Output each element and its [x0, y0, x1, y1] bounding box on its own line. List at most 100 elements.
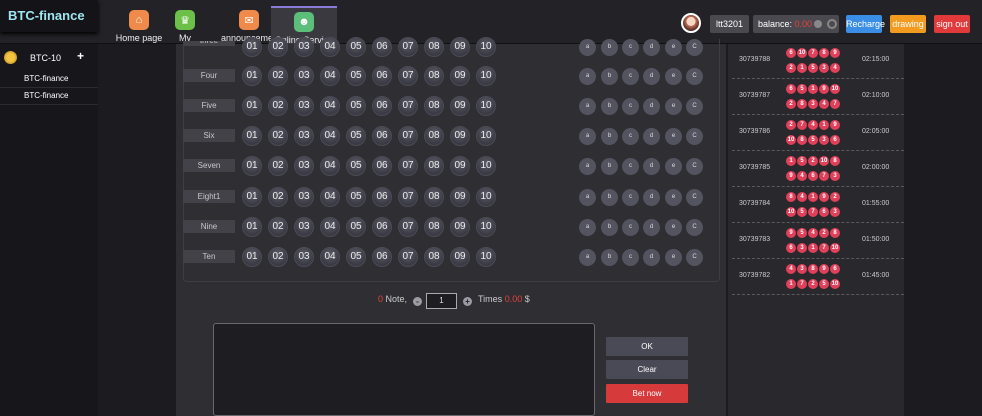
number-ball[interactable]: 09	[450, 66, 470, 86]
plus-icon[interactable]: +	[77, 49, 84, 63]
quick-select-button[interactable]: C	[686, 68, 703, 85]
number-ball[interactable]: 10	[476, 187, 496, 207]
number-ball[interactable]: 05	[346, 217, 366, 237]
number-ball[interactable]: 03	[294, 66, 314, 86]
number-ball[interactable]: 08	[424, 156, 444, 176]
quick-select-button[interactable]: d	[643, 128, 660, 145]
quick-select-button[interactable]: e	[665, 189, 682, 206]
number-ball[interactable]: 09	[450, 96, 470, 116]
quick-select-button[interactable]: d	[643, 98, 660, 115]
multiplier-input[interactable]: 1	[426, 293, 457, 309]
quick-select-button[interactable]: e	[665, 158, 682, 175]
quick-select-button[interactable]: b	[601, 128, 618, 145]
quick-select-button[interactable]: b	[601, 158, 618, 175]
number-ball[interactable]: 03	[294, 126, 314, 146]
number-ball[interactable]: 06	[372, 66, 392, 86]
number-ball[interactable]: 06	[372, 187, 392, 207]
bet-content-textarea[interactable]	[213, 323, 595, 416]
number-ball[interactable]: 10	[476, 126, 496, 146]
quick-select-button[interactable]: e	[665, 98, 682, 115]
number-ball[interactable]: 02	[268, 187, 288, 207]
quick-select-button[interactable]: d	[643, 219, 660, 236]
eye-icon[interactable]	[814, 20, 822, 28]
quick-select-button[interactable]: a	[579, 219, 596, 236]
quick-select-button[interactable]: a	[579, 128, 596, 145]
quick-select-button[interactable]: d	[643, 189, 660, 206]
refresh-icon[interactable]	[827, 19, 837, 29]
number-ball[interactable]: 04	[320, 126, 340, 146]
number-ball[interactable]: 09	[450, 247, 470, 267]
number-ball[interactable]: 10	[476, 247, 496, 267]
number-ball[interactable]: 01	[242, 187, 262, 207]
number-ball[interactable]: 09	[450, 187, 470, 207]
number-ball[interactable]: 07	[398, 156, 418, 176]
quick-select-button[interactable]: C	[686, 189, 703, 206]
quick-select-button[interactable]: e	[665, 128, 682, 145]
number-ball[interactable]: 08	[424, 126, 444, 146]
quick-select-button[interactable]: c	[622, 158, 639, 175]
number-ball[interactable]: 10	[476, 156, 496, 176]
quick-select-button[interactable]: d	[643, 249, 660, 266]
number-ball[interactable]: 06	[372, 247, 392, 267]
number-ball[interactable]: 02	[268, 96, 288, 116]
quick-select-button[interactable]: a	[579, 249, 596, 266]
quick-select-button[interactable]: b	[601, 189, 618, 206]
number-ball[interactable]: 01	[242, 96, 262, 116]
number-ball[interactable]: 02	[268, 247, 288, 267]
number-ball[interactable]: 07	[398, 96, 418, 116]
number-ball[interactable]: 07	[398, 247, 418, 267]
number-ball[interactable]: 03	[294, 247, 314, 267]
quick-select-button[interactable]: d	[643, 68, 660, 85]
number-ball[interactable]: 06	[372, 217, 392, 237]
quick-select-button[interactable]: c	[622, 68, 639, 85]
number-ball[interactable]: 01	[242, 247, 262, 267]
sidebar-item[interactable]: BTC-finance	[0, 88, 98, 105]
number-ball[interactable]: 01	[242, 217, 262, 237]
number-ball[interactable]: 03	[294, 156, 314, 176]
recharge-button[interactable]: Recharge	[846, 15, 885, 33]
number-ball[interactable]: 03	[294, 96, 314, 116]
quick-select-button[interactable]: a	[579, 189, 596, 206]
number-ball[interactable]: 07	[398, 187, 418, 207]
quick-select-button[interactable]: e	[665, 219, 682, 236]
quick-select-button[interactable]: C	[686, 249, 703, 266]
quick-select-button[interactable]: b	[601, 68, 618, 85]
number-ball[interactable]: 01	[242, 126, 262, 146]
number-ball[interactable]: 09	[450, 217, 470, 237]
nav-home-page[interactable]: ⌂ Home page	[115, 6, 163, 44]
quick-select-button[interactable]: b	[601, 219, 618, 236]
sign-out-button[interactable]: sign out	[934, 15, 970, 33]
number-ball[interactable]: 04	[320, 66, 340, 86]
number-ball[interactable]: 01	[242, 156, 262, 176]
quick-select-button[interactable]: c	[622, 189, 639, 206]
number-ball[interactable]: 08	[424, 217, 444, 237]
decrease-button[interactable]: -	[413, 297, 422, 306]
increase-button[interactable]: +	[463, 297, 472, 306]
quick-select-button[interactable]: c	[622, 98, 639, 115]
number-ball[interactable]: 04	[320, 247, 340, 267]
quick-select-button[interactable]: b	[601, 98, 618, 115]
clear-button[interactable]: Clear	[606, 360, 688, 379]
number-ball[interactable]: 10	[476, 96, 496, 116]
number-ball[interactable]: 04	[320, 156, 340, 176]
number-ball[interactable]: 04	[320, 187, 340, 207]
number-ball[interactable]: 08	[424, 247, 444, 267]
number-ball[interactable]: 06	[372, 156, 392, 176]
quick-select-button[interactable]: e	[665, 68, 682, 85]
number-ball[interactable]: 08	[424, 187, 444, 207]
number-ball[interactable]: 10	[476, 217, 496, 237]
number-ball[interactable]: 09	[450, 156, 470, 176]
number-ball[interactable]: 07	[398, 217, 418, 237]
number-ball[interactable]: 09	[450, 126, 470, 146]
quick-select-button[interactable]: c	[622, 249, 639, 266]
number-ball[interactable]: 03	[294, 187, 314, 207]
number-ball[interactable]: 02	[268, 126, 288, 146]
quick-select-button[interactable]: b	[601, 249, 618, 266]
number-ball[interactable]: 07	[398, 126, 418, 146]
quick-select-button[interactable]: a	[579, 158, 596, 175]
quick-select-button[interactable]: C	[686, 98, 703, 115]
sidebar-item[interactable]: BTC-finance	[0, 71, 98, 88]
quick-select-button[interactable]: e	[665, 249, 682, 266]
ok-button[interactable]: OK	[606, 337, 688, 356]
quick-select-button[interactable]: C	[686, 219, 703, 236]
